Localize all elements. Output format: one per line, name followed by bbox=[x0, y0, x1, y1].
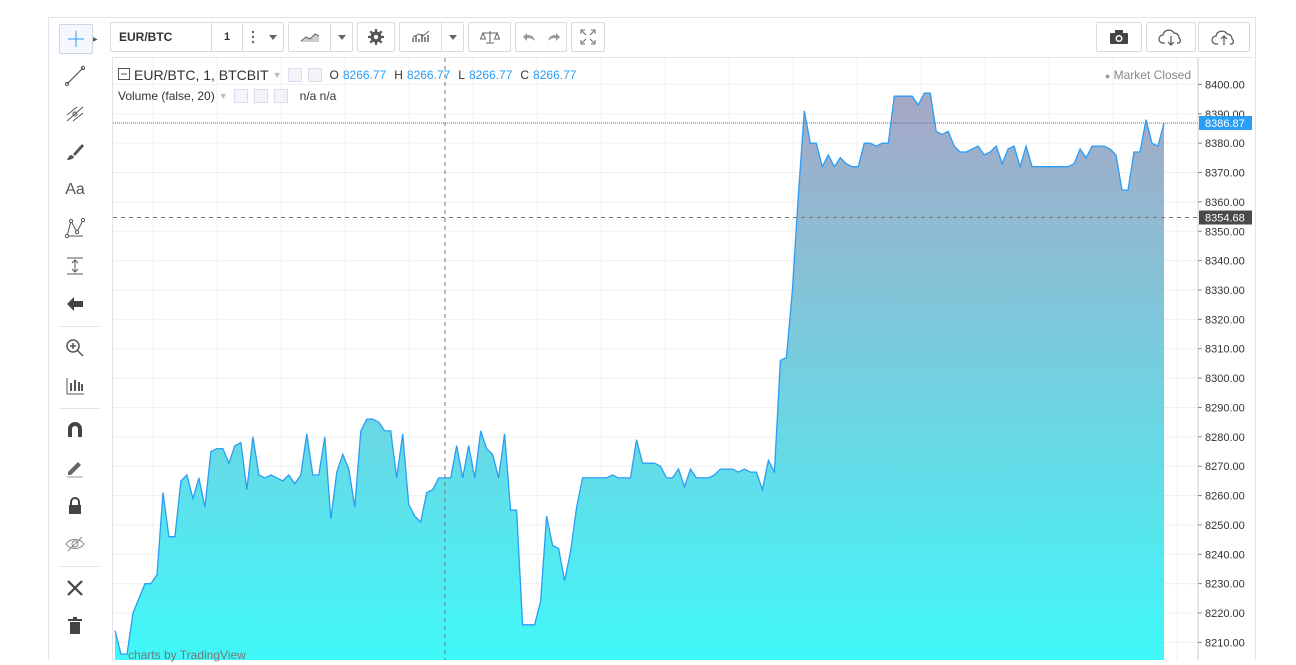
y-tick-label: 8360.00 bbox=[1205, 197, 1245, 209]
back-arrow-icon[interactable] bbox=[59, 290, 91, 318]
volume-legend: Volume (false, 20) ▼ n/a n/a bbox=[118, 89, 336, 103]
y-tick-label: 8310.00 bbox=[1205, 344, 1245, 356]
load-chart-button[interactable] bbox=[1146, 22, 1196, 52]
y-tick-label: 8210.00 bbox=[1205, 637, 1245, 649]
trash-icon[interactable] bbox=[59, 612, 91, 640]
volume-title[interactable]: Volume (false, 20) bbox=[118, 89, 215, 103]
y-tick-label: 8290.00 bbox=[1205, 402, 1245, 414]
crosshair-price-label: 8354.68 bbox=[1205, 213, 1245, 225]
series-title[interactable]: EUR/BTC, 1, BTCBIT bbox=[134, 67, 269, 83]
cloud-upload-icon bbox=[1199, 22, 1249, 52]
close-label: C bbox=[520, 68, 530, 82]
gear-icon[interactable] bbox=[253, 89, 268, 103]
toolbar-divider bbox=[59, 566, 99, 567]
chevron-down-icon[interactable] bbox=[331, 22, 352, 52]
redo-icon[interactable] bbox=[541, 22, 566, 52]
fullscreen-icon bbox=[572, 22, 604, 52]
close-icon[interactable] bbox=[273, 89, 288, 103]
settings-button[interactable] bbox=[357, 22, 395, 52]
status-dot-icon: ● bbox=[1104, 71, 1111, 81]
save-chart-button[interactable] bbox=[1198, 22, 1250, 52]
indicators-group bbox=[399, 22, 464, 52]
y-tick-label: 8250.00 bbox=[1205, 520, 1245, 532]
price-area-fill bbox=[115, 93, 1164, 660]
y-tick-label: 8280.00 bbox=[1205, 432, 1245, 444]
more-vertical-icon[interactable] bbox=[243, 22, 263, 52]
chevron-down-icon[interactable] bbox=[442, 22, 463, 52]
drawing-toolbar: ▶ Aa bbox=[55, 22, 102, 659]
symbol-interval-group: EUR/BTC 1 bbox=[110, 22, 284, 52]
compare-button[interactable] bbox=[468, 22, 511, 52]
price-chart[interactable]: 8400.008390.008380.008370.008360.008350.… bbox=[113, 58, 1253, 660]
y-tick-label: 8240.00 bbox=[1205, 549, 1245, 561]
high-label: H bbox=[394, 68, 403, 82]
chevron-down-icon[interactable] bbox=[263, 22, 283, 52]
scales-icon bbox=[469, 22, 510, 52]
low-label: L bbox=[458, 68, 465, 82]
chevron-down-icon[interactable]: ▼ bbox=[273, 70, 282, 80]
toolbar-divider bbox=[59, 408, 99, 409]
undo-icon[interactable] bbox=[516, 22, 541, 52]
text-icon[interactable]: Aa bbox=[59, 176, 91, 204]
lock-icon[interactable] bbox=[59, 492, 91, 520]
toolbar-divider bbox=[59, 326, 99, 327]
close-value: 8266.77 bbox=[533, 68, 577, 82]
zoom-icon[interactable] bbox=[59, 334, 91, 362]
eye-icon[interactable] bbox=[233, 89, 248, 103]
interval-button[interactable]: 1 bbox=[212, 22, 242, 52]
trend-line-icon[interactable] bbox=[59, 62, 91, 90]
y-tick-label: 8340.00 bbox=[1205, 256, 1245, 268]
y-tick-label: 8220.00 bbox=[1205, 608, 1245, 620]
eye-icon[interactable] bbox=[287, 68, 302, 82]
y-tick-label: 8260.00 bbox=[1205, 491, 1245, 503]
y-tick-label: 8270.00 bbox=[1205, 461, 1245, 473]
tradingview-watermark[interactable]: charts by TradingView bbox=[128, 648, 246, 662]
main-series-legend: EUR/BTC, 1, BTCBIT ▼ O 8266.77 H 8266.77… bbox=[118, 67, 576, 83]
snapshot-button[interactable] bbox=[1096, 22, 1142, 52]
fullscreen-button[interactable] bbox=[571, 22, 605, 52]
pencil-icon[interactable] bbox=[59, 454, 91, 482]
y-tick-label: 8370.00 bbox=[1205, 168, 1245, 180]
crosshair-icon[interactable] bbox=[59, 24, 93, 54]
eye-off-icon[interactable] bbox=[59, 530, 91, 558]
gear-icon bbox=[358, 22, 394, 52]
undo-redo-group bbox=[515, 22, 567, 52]
collapse-icon[interactable] bbox=[118, 67, 130, 83]
y-tick-label: 8380.00 bbox=[1205, 138, 1245, 150]
chart-pane[interactable]: 8400.00 8390.00 8380.00 8370.00 8360.00 8350.… bbox=[112, 57, 1253, 660]
y-tick-label: 8350.00 bbox=[1205, 226, 1245, 238]
last-price-label: 8386.87 bbox=[1205, 118, 1245, 130]
volume-values: n/a n/a bbox=[299, 89, 337, 103]
y-tick-label: 8300.00 bbox=[1205, 373, 1245, 385]
cloud-download-icon bbox=[1147, 22, 1195, 52]
measure-icon[interactable] bbox=[59, 252, 91, 280]
open-label: O bbox=[329, 68, 339, 82]
camera-icon bbox=[1097, 22, 1141, 52]
market-status-text: Market Closed bbox=[1113, 68, 1191, 82]
tools-icon[interactable] bbox=[59, 574, 91, 602]
low-value: 8266.77 bbox=[468, 68, 513, 82]
market-status: ● Market Closed bbox=[1105, 68, 1191, 82]
indicators-icon[interactable] bbox=[400, 22, 441, 52]
top-toolbar: EUR/BTC 1 bbox=[110, 22, 1252, 54]
y-tick-label: 8320.00 bbox=[1205, 314, 1245, 326]
bars-icon[interactable] bbox=[59, 372, 91, 400]
high-value: 8266.77 bbox=[406, 68, 451, 82]
open-value: 8266.77 bbox=[342, 68, 387, 82]
chevron-down-icon[interactable]: ▼ bbox=[219, 91, 228, 101]
chart-type-group bbox=[288, 22, 353, 52]
y-tick-label: 8230.00 bbox=[1205, 579, 1245, 591]
magnet-icon[interactable] bbox=[59, 416, 91, 444]
y-tick-label: 8400.00 bbox=[1205, 79, 1245, 91]
brush-icon[interactable] bbox=[59, 138, 91, 166]
y-tick-label: 8330.00 bbox=[1205, 285, 1245, 297]
pattern-icon[interactable] bbox=[59, 214, 91, 242]
fib-icon[interactable] bbox=[59, 100, 91, 128]
area-chart-icon[interactable] bbox=[289, 22, 330, 52]
gear-icon[interactable] bbox=[307, 68, 322, 82]
chevron-right-icon[interactable]: ▶ bbox=[93, 36, 98, 43]
symbol-input[interactable]: EUR/BTC bbox=[111, 22, 211, 52]
